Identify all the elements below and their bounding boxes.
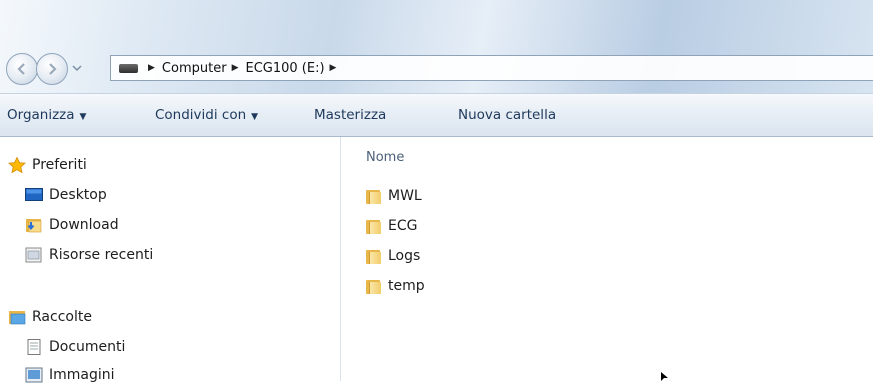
folder-item-mwl[interactable]: MWL: [366, 188, 422, 204]
file-list-pane: Nome MWL ECG Logs temp: [341, 137, 873, 381]
libraries-icon: [9, 311, 26, 325]
share-label: Condividi con: [155, 107, 247, 123]
download-folder-icon: [26, 219, 42, 233]
folder-item-temp[interactable]: temp: [366, 278, 425, 294]
new-folder-button[interactable]: Nuova cartella: [458, 107, 556, 123]
recent-places-icon: [25, 247, 42, 263]
burn-button[interactable]: Masterizza: [314, 107, 386, 123]
address-bar[interactable]: ▶ Computer ▶ ECG100 (E:) ▶: [110, 55, 873, 81]
folder-icon: [366, 219, 381, 234]
documents-icon: [27, 339, 41, 355]
documents-label: Documenti: [49, 339, 126, 355]
libraries-label: Raccolte: [32, 309, 92, 325]
favorites-label: Preferiti: [32, 157, 87, 173]
navigation-pane: Preferiti Desktop Download Risorse recen…: [0, 137, 340, 383]
breadcrumb-separator-icon[interactable]: ▶: [330, 63, 337, 73]
recent-places-label: Risorse recenti: [49, 247, 154, 263]
breadcrumb-separator-icon[interactable]: ▶: [232, 63, 239, 73]
dropdown-arrow-icon: ▼: [79, 112, 87, 122]
breadcrumb-computer[interactable]: Computer: [162, 61, 227, 76]
forward-arrow-icon: [49, 63, 57, 75]
mouse-cursor-icon: [661, 372, 668, 381]
recent-pages-chevron-icon[interactable]: [71, 62, 83, 74]
folder-icon: [366, 279, 381, 294]
back-button[interactable]: [6, 53, 38, 85]
new-folder-label: Nuova cartella: [458, 107, 557, 123]
desktop-icon: [25, 188, 43, 201]
folder-icon: [366, 249, 381, 264]
window-titlebar: ▶ Computer ▶ ECG100 (E:) ▶: [0, 0, 873, 93]
folder-item-ecg[interactable]: ECG: [366, 218, 417, 234]
folder-name: MWL: [388, 188, 422, 204]
nav-libraries[interactable]: Raccolte: [8, 309, 92, 325]
nav-item-documents[interactable]: Documenti: [25, 339, 125, 355]
column-header-name[interactable]: Nome: [366, 150, 404, 165]
nav-item-desktop[interactable]: Desktop: [25, 187, 107, 203]
folder-name: Logs: [388, 248, 421, 264]
nav-favorites[interactable]: Preferiti: [8, 157, 87, 173]
command-toolbar: Organizza ▼ Condividi con ▼ Masterizza Nuo…: [0, 93, 873, 137]
back-arrow-icon: [17, 63, 25, 75]
organize-label: Organizza: [7, 107, 75, 123]
nav-item-recent-places[interactable]: Risorse recenti: [25, 247, 153, 263]
download-label: Download: [49, 217, 119, 233]
burn-label: Masterizza: [314, 107, 387, 123]
desktop-label: Desktop: [49, 187, 107, 203]
drive-icon: [119, 63, 138, 73]
organize-menu-button[interactable]: Organizza ▼: [7, 107, 86, 123]
forward-button[interactable]: [36, 53, 68, 85]
star-icon: [8, 157, 26, 173]
dropdown-arrow-icon: ▼: [251, 112, 259, 122]
share-menu-button[interactable]: Condividi con ▼: [155, 107, 258, 123]
folder-icon: [366, 189, 381, 204]
breadcrumb-separator-icon[interactable]: ▶: [148, 63, 155, 73]
folder-name: temp: [388, 278, 425, 294]
folder-name: ECG: [388, 218, 418, 234]
folder-item-logs[interactable]: Logs: [366, 248, 420, 264]
nav-item-download[interactable]: Download: [25, 217, 119, 233]
breadcrumb-ecg100[interactable]: ECG100 (E:): [245, 61, 324, 76]
